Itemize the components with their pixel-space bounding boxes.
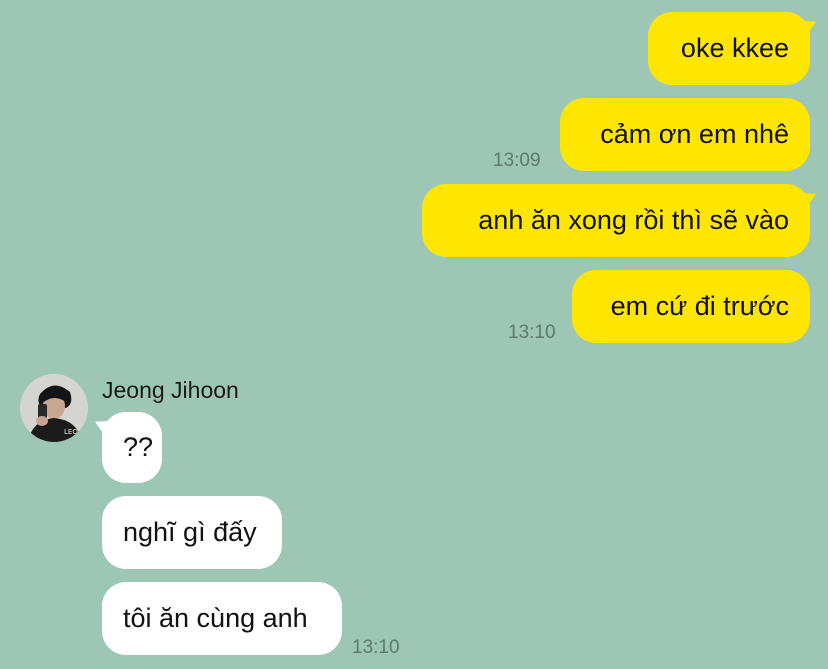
sender-avatar[interactable]: LEO bbox=[20, 374, 88, 442]
incoming-message[interactable]: ?? bbox=[102, 412, 162, 483]
svg-text:LEO: LEO bbox=[64, 428, 78, 436]
person-avatar-icon: LEO bbox=[20, 374, 88, 442]
sender-name: Jeong Jihoon bbox=[102, 377, 239, 403]
outgoing-message[interactable]: em cứ đi trước bbox=[572, 270, 810, 343]
message-text: oke kkee bbox=[680, 33, 789, 63]
message-text: ?? bbox=[123, 432, 154, 462]
incoming-message[interactable]: nghĩ gì đấy bbox=[102, 496, 282, 569]
message-text: cảm ơn em nhê bbox=[600, 119, 789, 149]
message-text: tôi ăn cùng anh bbox=[123, 603, 308, 633]
message-text: nghĩ gì đấy bbox=[123, 517, 257, 547]
incoming-message[interactable]: tôi ăn cùng anh bbox=[102, 582, 342, 655]
message-text: anh ăn xong rồi thì sẽ vào bbox=[478, 205, 789, 235]
outgoing-message[interactable]: oke kkee bbox=[648, 12, 810, 85]
message-timestamp: 13:09 bbox=[493, 150, 541, 171]
message-timestamp: 13:10 bbox=[508, 322, 556, 343]
outgoing-message[interactable]: anh ăn xong rồi thì sẽ vào bbox=[422, 184, 810, 257]
message-timestamp: 13:10 bbox=[352, 637, 400, 658]
outgoing-message[interactable]: cảm ơn em nhê bbox=[560, 98, 810, 171]
message-text: em cứ đi trước bbox=[610, 291, 789, 321]
